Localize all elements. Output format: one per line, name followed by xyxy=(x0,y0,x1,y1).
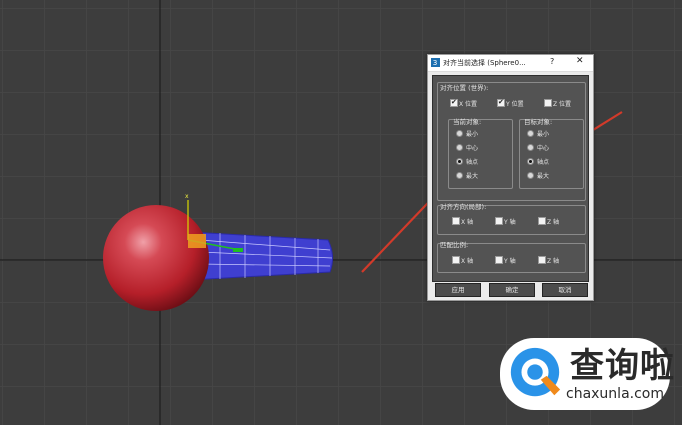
target-pivot-label: 轴点 xyxy=(537,159,550,166)
max-app-icon: 3 xyxy=(431,58,440,67)
current-center-label: 中心 xyxy=(466,145,479,152)
scale-y-checkbox[interactable] xyxy=(495,256,503,264)
orient-x-checkbox[interactable] xyxy=(452,217,460,225)
match-scale-label: 匹配比例: xyxy=(440,241,469,249)
x-position-checkbox[interactable]: ✔ xyxy=(450,98,458,107)
watermark-brand: 查询啦 xyxy=(570,346,675,386)
dialog-body: 对齐位置 (世界): ✔ X 位置 ✔ Y 位置 Z 位置 当前对象: 最小 中… xyxy=(428,72,593,300)
align-position-label: 对齐位置 (世界): xyxy=(440,84,489,92)
gizmo-x-label: x xyxy=(185,193,189,200)
orient-y-checkbox[interactable] xyxy=(495,217,503,225)
current-max-radio[interactable] xyxy=(456,172,463,179)
x-position-label: X 位置 xyxy=(459,101,478,108)
target-center-radio[interactable] xyxy=(527,144,534,151)
y-position-label: Y 位置 xyxy=(506,101,524,108)
z-position-checkbox[interactable] xyxy=(544,99,552,107)
align-orientation-label: 对齐方向(局部): xyxy=(440,203,487,211)
dialog-titlebar[interactable]: 3 对齐当前选择 (Sphere0... ? ✕ xyxy=(428,55,593,72)
current-object-label: 当前对象: xyxy=(453,118,482,126)
dialog-title: 对齐当前选择 (Sphere0... xyxy=(443,59,526,67)
y-position-checkbox[interactable]: ✔ xyxy=(497,98,505,107)
orient-z-label: Z 轴 xyxy=(547,219,560,226)
align-selection-dialog: 3 对齐当前选择 (Sphere0... ? ✕ 对齐位置 (世界): ✔ X … xyxy=(427,54,594,301)
orient-x-label: X 轴 xyxy=(461,219,474,226)
cylinder-object xyxy=(189,231,334,281)
scale-z-checkbox[interactable] xyxy=(538,256,546,264)
scale-z-label: Z 轴 xyxy=(547,258,560,265)
current-min-radio[interactable] xyxy=(456,130,463,137)
target-pivot-radio[interactable] xyxy=(527,158,534,165)
z-position-label: Z 位置 xyxy=(553,101,572,108)
orient-z-checkbox[interactable] xyxy=(538,217,546,225)
target-object-label: 目标对象: xyxy=(524,118,553,126)
current-pivot-label: 轴点 xyxy=(466,159,479,166)
scale-x-label: X 轴 xyxy=(461,258,474,265)
current-pivot-radio[interactable] xyxy=(456,158,463,165)
scale-y-label: Y 轴 xyxy=(504,258,516,265)
target-min-label: 最小 xyxy=(537,131,550,138)
sphere-object xyxy=(103,205,209,311)
current-max-label: 最大 xyxy=(466,173,479,180)
target-center-label: 中心 xyxy=(537,145,550,152)
target-max-label: 最大 xyxy=(537,173,550,180)
apply-button[interactable]: 应用 xyxy=(435,283,481,297)
close-button[interactable]: ✕ xyxy=(576,56,584,66)
cancel-button[interactable]: 取消 xyxy=(542,283,588,297)
current-min-label: 最小 xyxy=(466,131,479,138)
scale-x-checkbox[interactable] xyxy=(452,256,460,264)
current-center-radio[interactable] xyxy=(456,144,463,151)
svg-text:3: 3 xyxy=(433,58,438,67)
target-min-radio[interactable] xyxy=(527,130,534,137)
help-button[interactable]: ? xyxy=(550,57,554,66)
watermark-url: chaxunla.com xyxy=(566,386,664,402)
chaxunla-logo-icon xyxy=(510,347,561,397)
ok-button[interactable]: 确定 xyxy=(489,283,535,297)
orient-y-label: Y 轴 xyxy=(504,219,516,226)
target-max-radio[interactable] xyxy=(527,172,534,179)
